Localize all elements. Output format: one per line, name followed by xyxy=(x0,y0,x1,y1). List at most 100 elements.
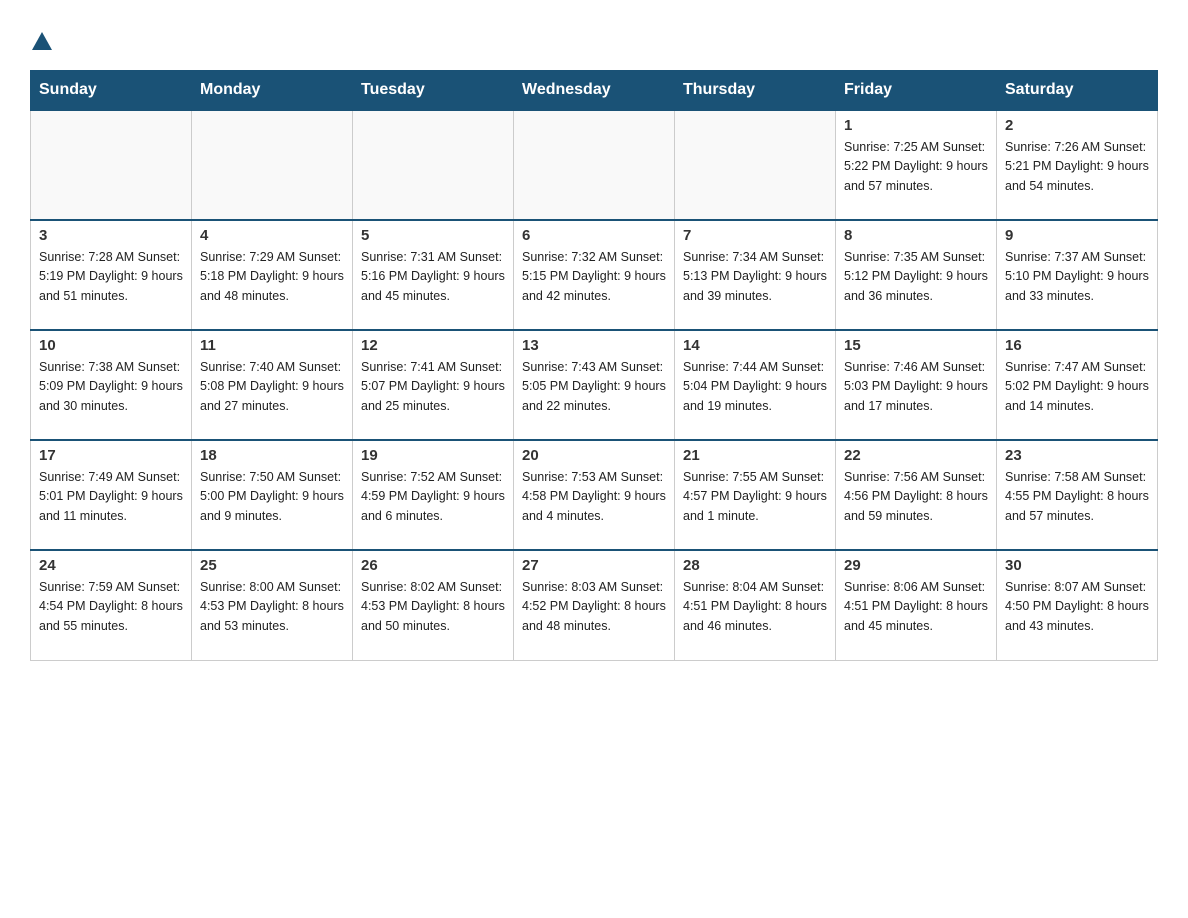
calendar-cell: 27Sunrise: 8:03 AM Sunset: 4:52 PM Dayli… xyxy=(514,550,675,660)
day-number: 6 xyxy=(522,227,666,244)
calendar-cell: 1 Sunrise: 7:25 AM Sunset: 5:22 PM Daylig… xyxy=(836,110,997,220)
day-number: 20 xyxy=(522,447,666,464)
day-number: 2 xyxy=(1005,117,1149,134)
weekday-header-saturday: Saturday xyxy=(997,71,1158,111)
weekday-header-thursday: Thursday xyxy=(675,71,836,111)
calendar-cell: 6 Sunrise: 7:32 AM Sunset: 5:15 PM Daylig… xyxy=(514,220,675,330)
calendar-cell: 7 Sunrise: 7:34 AM Sunset: 5:13 PM Daylig… xyxy=(675,220,836,330)
calendar-cell: 4 Sunrise: 7:29 AM Sunset: 5:18 PM Daylig… xyxy=(192,220,353,330)
day-info: Sunrise: 7:29 AM Sunset: 5:18 PM Dayligh… xyxy=(200,248,344,306)
logo-triangle-icon xyxy=(32,32,52,50)
day-number: 21 xyxy=(683,447,827,464)
day-info: Sunrise: 7:26 AM Sunset: 5:21 PM Dayligh… xyxy=(1005,138,1149,196)
day-info: Sunrise: 7:38 AM Sunset: 5:09 PM Dayligh… xyxy=(39,358,183,416)
day-info: Sunrise: 7:53 AM Sunset: 4:58 PM Dayligh… xyxy=(522,468,666,526)
calendar-cell: 13 Sunrise: 7:43 AM Sunset: 5:05 PM Dayli… xyxy=(514,330,675,440)
page-header xyxy=(30,20,1158,50)
calendar-cell: 5 Sunrise: 7:31 AM Sunset: 5:16 PM Daylig… xyxy=(353,220,514,330)
calendar-cell xyxy=(31,110,192,220)
day-info: Sunrise: 7:44 AM Sunset: 5:04 PM Dayligh… xyxy=(683,358,827,416)
calendar-cell: 21Sunrise: 7:55 AM Sunset: 4:57 PM Dayli… xyxy=(675,440,836,550)
day-number: 1 xyxy=(844,117,988,134)
calendar-table: SundayMondayTuesdayWednesdayThursdayFrid… xyxy=(30,70,1158,661)
calendar-cell: 16 Sunrise: 7:47 AM Sunset: 5:02 PM Dayli… xyxy=(997,330,1158,440)
day-number: 23 xyxy=(1005,447,1149,464)
day-info: Sunrise: 7:56 AM Sunset: 4:56 PM Dayligh… xyxy=(844,468,988,526)
day-number: 10 xyxy=(39,337,183,354)
day-number: 4 xyxy=(200,227,344,244)
weekday-header-wednesday: Wednesday xyxy=(514,71,675,111)
calendar-cell: 11 Sunrise: 7:40 AM Sunset: 5:08 PM Dayli… xyxy=(192,330,353,440)
calendar-cell: 18 Sunrise: 7:50 AM Sunset: 5:00 PM Dayli… xyxy=(192,440,353,550)
day-info: Sunrise: 7:59 AM Sunset: 4:54 PM Dayligh… xyxy=(39,578,183,636)
day-number: 27 xyxy=(522,557,666,574)
day-info: Sunrise: 7:58 AM Sunset: 4:55 PM Dayligh… xyxy=(1005,468,1149,526)
calendar-cell: 22 Sunrise: 7:56 AM Sunset: 4:56 PM Dayli… xyxy=(836,440,997,550)
calendar-cell: 8 Sunrise: 7:35 AM Sunset: 5:12 PM Daylig… xyxy=(836,220,997,330)
calendar-cell: 12 Sunrise: 7:41 AM Sunset: 5:07 PM Dayli… xyxy=(353,330,514,440)
day-info: Sunrise: 8:06 AM Sunset: 4:51 PM Dayligh… xyxy=(844,578,988,636)
day-number: 15 xyxy=(844,337,988,354)
calendar-cell: 3 Sunrise: 7:28 AM Sunset: 5:19 PM Daylig… xyxy=(31,220,192,330)
calendar-cell xyxy=(353,110,514,220)
day-number: 12 xyxy=(361,337,505,354)
day-info: Sunrise: 8:00 AM Sunset: 4:53 PM Dayligh… xyxy=(200,578,344,636)
day-number: 14 xyxy=(683,337,827,354)
weekday-header-sunday: Sunday xyxy=(31,71,192,111)
day-number: 22 xyxy=(844,447,988,464)
day-info: Sunrise: 7:34 AM Sunset: 5:13 PM Dayligh… xyxy=(683,248,827,306)
day-number: 3 xyxy=(39,227,183,244)
day-info: Sunrise: 8:04 AM Sunset: 4:51 PM Dayligh… xyxy=(683,578,827,636)
calendar-cell: 9 Sunrise: 7:37 AM Sunset: 5:10 PM Daylig… xyxy=(997,220,1158,330)
day-info: Sunrise: 7:28 AM Sunset: 5:19 PM Dayligh… xyxy=(39,248,183,306)
day-number: 7 xyxy=(683,227,827,244)
calendar-cell: 28 Sunrise: 8:04 AM Sunset: 4:51 PM Dayli… xyxy=(675,550,836,660)
calendar-cell xyxy=(675,110,836,220)
day-info: Sunrise: 7:37 AM Sunset: 5:10 PM Dayligh… xyxy=(1005,248,1149,306)
day-number: 16 xyxy=(1005,337,1149,354)
calendar-cell: 15Sunrise: 7:46 AM Sunset: 5:03 PM Dayli… xyxy=(836,330,997,440)
day-info: Sunrise: 7:31 AM Sunset: 5:16 PM Dayligh… xyxy=(361,248,505,306)
day-number: 26 xyxy=(361,557,505,574)
day-info: Sunrise: 7:25 AM Sunset: 5:22 PM Dayligh… xyxy=(844,138,988,196)
day-number: 5 xyxy=(361,227,505,244)
weekday-header-friday: Friday xyxy=(836,71,997,111)
weekday-header-monday: Monday xyxy=(192,71,353,111)
day-info: Sunrise: 7:43 AM Sunset: 5:05 PM Dayligh… xyxy=(522,358,666,416)
day-number: 13 xyxy=(522,337,666,354)
calendar-cell: 20 Sunrise: 7:53 AM Sunset: 4:58 PM Dayli… xyxy=(514,440,675,550)
calendar-cell: 25 Sunrise: 8:00 AM Sunset: 4:53 PM Dayli… xyxy=(192,550,353,660)
day-info: Sunrise: 8:07 AM Sunset: 4:50 PM Dayligh… xyxy=(1005,578,1149,636)
day-number: 18 xyxy=(200,447,344,464)
calendar-cell: 19 Sunrise: 7:52 AM Sunset: 4:59 PM Dayli… xyxy=(353,440,514,550)
day-info: Sunrise: 7:41 AM Sunset: 5:07 PM Dayligh… xyxy=(361,358,505,416)
calendar-week-row: 24 Sunrise: 7:59 AM Sunset: 4:54 PM Dayli… xyxy=(31,550,1158,660)
day-number: 8 xyxy=(844,227,988,244)
day-info: Sunrise: 7:32 AM Sunset: 5:15 PM Dayligh… xyxy=(522,248,666,306)
calendar-cell xyxy=(514,110,675,220)
calendar-cell: 26 Sunrise: 8:02 AM Sunset: 4:53 PM Dayli… xyxy=(353,550,514,660)
day-number: 19 xyxy=(361,447,505,464)
day-info: Sunrise: 7:52 AM Sunset: 4:59 PM Dayligh… xyxy=(361,468,505,526)
calendar-week-row: 10 Sunrise: 7:38 AM Sunset: 5:09 PM Dayli… xyxy=(31,330,1158,440)
day-number: 24 xyxy=(39,557,183,574)
weekday-header-tuesday: Tuesday xyxy=(353,71,514,111)
day-info: Sunrise: 7:50 AM Sunset: 5:00 PM Dayligh… xyxy=(200,468,344,526)
day-info: Sunrise: 7:47 AM Sunset: 5:02 PM Dayligh… xyxy=(1005,358,1149,416)
day-info: Sunrise: 7:40 AM Sunset: 5:08 PM Dayligh… xyxy=(200,358,344,416)
day-info: Sunrise: 8:02 AM Sunset: 4:53 PM Dayligh… xyxy=(361,578,505,636)
day-number: 28 xyxy=(683,557,827,574)
day-number: 17 xyxy=(39,447,183,464)
calendar-cell: 10 Sunrise: 7:38 AM Sunset: 5:09 PM Dayli… xyxy=(31,330,192,440)
logo xyxy=(30,30,54,50)
calendar-header: SundayMondayTuesdayWednesdayThursdayFrid… xyxy=(31,71,1158,111)
day-number: 30 xyxy=(1005,557,1149,574)
calendar-cell: 23 Sunrise: 7:58 AM Sunset: 4:55 PM Dayli… xyxy=(997,440,1158,550)
calendar-week-row: 3 Sunrise: 7:28 AM Sunset: 5:19 PM Daylig… xyxy=(31,220,1158,330)
day-number: 25 xyxy=(200,557,344,574)
calendar-cell: 17 Sunrise: 7:49 AM Sunset: 5:01 PM Dayli… xyxy=(31,440,192,550)
day-info: Sunrise: 7:49 AM Sunset: 5:01 PM Dayligh… xyxy=(39,468,183,526)
day-info: Sunrise: 7:35 AM Sunset: 5:12 PM Dayligh… xyxy=(844,248,988,306)
day-number: 9 xyxy=(1005,227,1149,244)
day-number: 11 xyxy=(200,337,344,354)
